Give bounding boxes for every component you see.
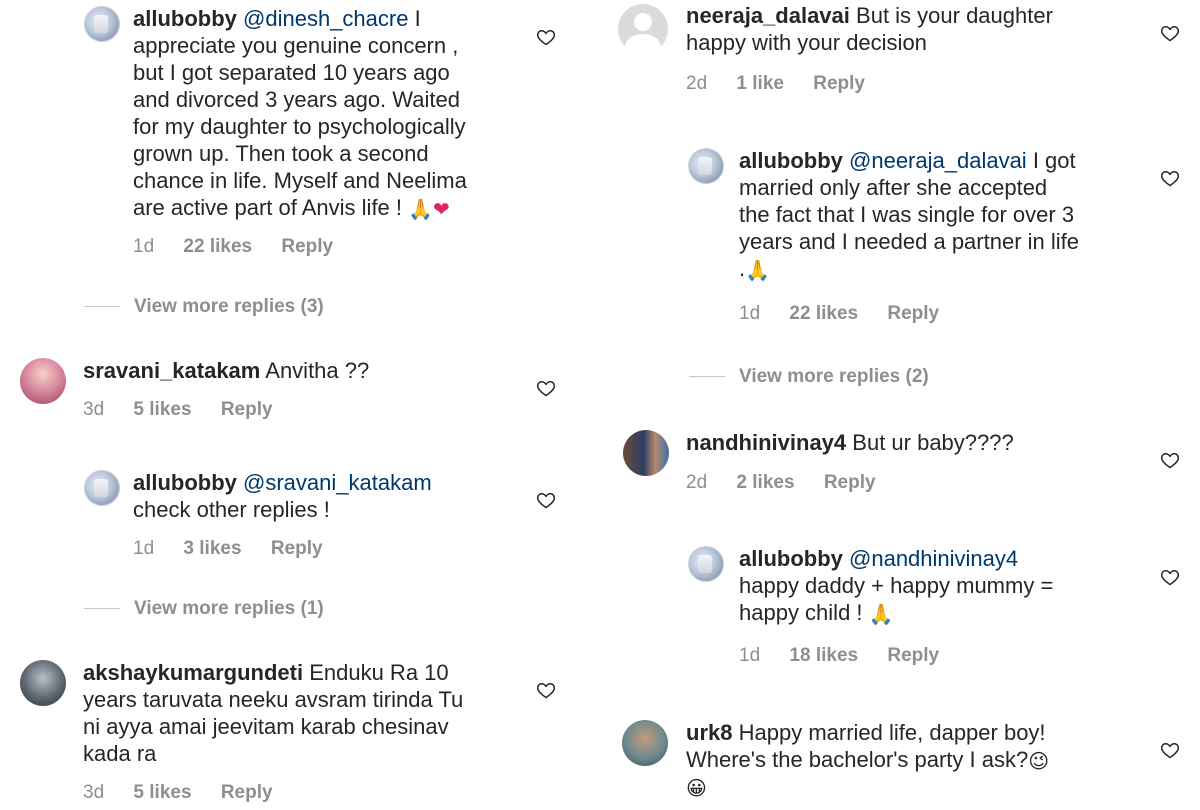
view-more-replies-link[interactable]: View more replies (2) xyxy=(689,366,929,388)
heart-outline-icon[interactable] xyxy=(1160,567,1180,587)
grinning-face-emoji: 😀 xyxy=(686,776,707,801)
comment-meta: 3d 5 likes Reply xyxy=(83,782,297,804)
divider-line xyxy=(84,306,120,308)
comment-username[interactable]: neeraja_dalavai xyxy=(686,3,850,28)
reply-button[interactable]: Reply xyxy=(221,399,273,420)
view-more-replies-link[interactable]: View more replies (3) xyxy=(84,296,324,318)
heart-outline-icon[interactable] xyxy=(536,680,556,700)
comment-time: 1d xyxy=(739,303,761,324)
comment-username[interactable]: allubobby xyxy=(739,546,843,571)
view-more-replies-link[interactable]: View more replies (1) xyxy=(84,598,324,620)
reply-button[interactable]: Reply xyxy=(887,645,939,666)
comment-text: allubobby @neeraja_dalavai I got married… xyxy=(739,148,1080,283)
avatar[interactable] xyxy=(623,430,669,476)
comment-time: 1d xyxy=(739,645,761,666)
comment-username[interactable]: sravani_katakam xyxy=(83,358,260,383)
likes-count[interactable]: 5 likes xyxy=(133,399,191,420)
comment-meta: 1d 22 likes Reply xyxy=(739,303,963,325)
folded-hands-emoji: 🙏 xyxy=(745,258,771,283)
comment-username[interactable]: urk8 xyxy=(686,720,732,745)
comment-time: 3d xyxy=(83,782,105,803)
reply-button[interactable]: Reply xyxy=(221,782,273,803)
comment-text: urk8 Happy married life, dapper boy! Whe… xyxy=(686,720,1050,801)
divider-line xyxy=(84,608,120,610)
reply-button[interactable]: Reply xyxy=(813,73,865,94)
red-heart-emoji: ❤ xyxy=(433,197,450,222)
heart-outline-icon[interactable] xyxy=(1160,23,1180,43)
comment-mention[interactable]: @sravani_katakam xyxy=(243,470,432,495)
likes-count[interactable]: 18 likes xyxy=(789,645,858,666)
likes-count[interactable]: 22 likes xyxy=(183,236,252,257)
avatar[interactable] xyxy=(618,4,668,54)
comment-meta: 1d 18 likes Reply xyxy=(739,645,963,667)
comment-meta: 1d 22 likes Reply xyxy=(133,236,357,258)
avatar[interactable] xyxy=(688,148,724,184)
heart-outline-icon[interactable] xyxy=(536,27,556,47)
reply-button[interactable]: Reply xyxy=(281,236,333,257)
folded-hands-emoji: 🙏 xyxy=(868,602,894,627)
comment-text: nandhinivinay4 But ur baby???? xyxy=(686,430,1014,455)
heart-outline-icon[interactable] xyxy=(1160,168,1180,188)
likes-count[interactable]: 2 likes xyxy=(736,472,794,493)
heart-outline-icon[interactable] xyxy=(536,378,556,398)
reply-button[interactable]: Reply xyxy=(271,538,323,559)
comment-time: 2d xyxy=(686,73,708,94)
avatar[interactable] xyxy=(688,546,724,582)
comment-mention[interactable]: @nandhinivinay4 xyxy=(849,546,1018,571)
likes-count[interactable]: 22 likes xyxy=(789,303,858,324)
comment-time: 3d xyxy=(83,399,105,420)
avatar[interactable] xyxy=(84,470,120,506)
comment-mention[interactable]: @dinesh_chacre xyxy=(243,6,408,31)
comment-text: allubobby @nandhinivinay4 happy daddy + … xyxy=(739,546,1054,627)
comment-text: allubobby @dinesh_chacre I appreciate yo… xyxy=(133,6,467,222)
comment-username[interactable]: allubobby xyxy=(739,148,843,173)
comment-text: akshaykumargundeti Enduku Ra 10 years ta… xyxy=(83,660,464,766)
heart-outline-icon[interactable] xyxy=(1160,740,1180,760)
comment-username[interactable]: nandhinivinay4 xyxy=(686,430,846,455)
avatar[interactable] xyxy=(20,358,66,404)
comment-username[interactable]: akshaykumargundeti xyxy=(83,660,303,685)
comment-time: 1d xyxy=(133,236,155,257)
comment-meta: 2d 1 like Reply xyxy=(686,73,889,95)
winking-face-emoji: 😉 xyxy=(1028,749,1050,774)
comment-meta: 2d 2 likes Reply xyxy=(686,472,900,494)
divider-line xyxy=(689,376,725,378)
likes-count[interactable]: 5 likes xyxy=(133,782,191,803)
comment-username[interactable]: allubobby xyxy=(133,6,237,31)
folded-hands-emoji: 🙏 xyxy=(408,197,434,222)
comment-username[interactable]: allubobby xyxy=(133,470,237,495)
likes-count[interactable]: 3 likes xyxy=(183,538,241,559)
comment-text: allubobby @sravani_katakam check other r… xyxy=(133,470,432,522)
comment-meta: 1d 3 likes Reply xyxy=(133,538,347,560)
heart-outline-icon[interactable] xyxy=(1160,450,1180,470)
comment-time: 2d xyxy=(686,472,708,493)
comment-text: sravani_katakam Anvitha ?? xyxy=(83,358,370,383)
avatar[interactable] xyxy=(622,720,668,766)
likes-count[interactable]: 1 like xyxy=(736,73,784,94)
comment-meta: 3d 5 likes Reply xyxy=(83,399,297,421)
comment-text: neeraja_dalavai But is your daughter hap… xyxy=(686,3,1053,55)
comment-time: 1d xyxy=(133,538,155,559)
reply-button[interactable]: Reply xyxy=(887,303,939,324)
avatar[interactable] xyxy=(84,6,120,42)
reply-button[interactable]: Reply xyxy=(824,472,876,493)
heart-outline-icon[interactable] xyxy=(536,490,556,510)
comment-mention[interactable]: @neeraja_dalavai xyxy=(849,148,1027,173)
avatar[interactable] xyxy=(20,660,66,706)
